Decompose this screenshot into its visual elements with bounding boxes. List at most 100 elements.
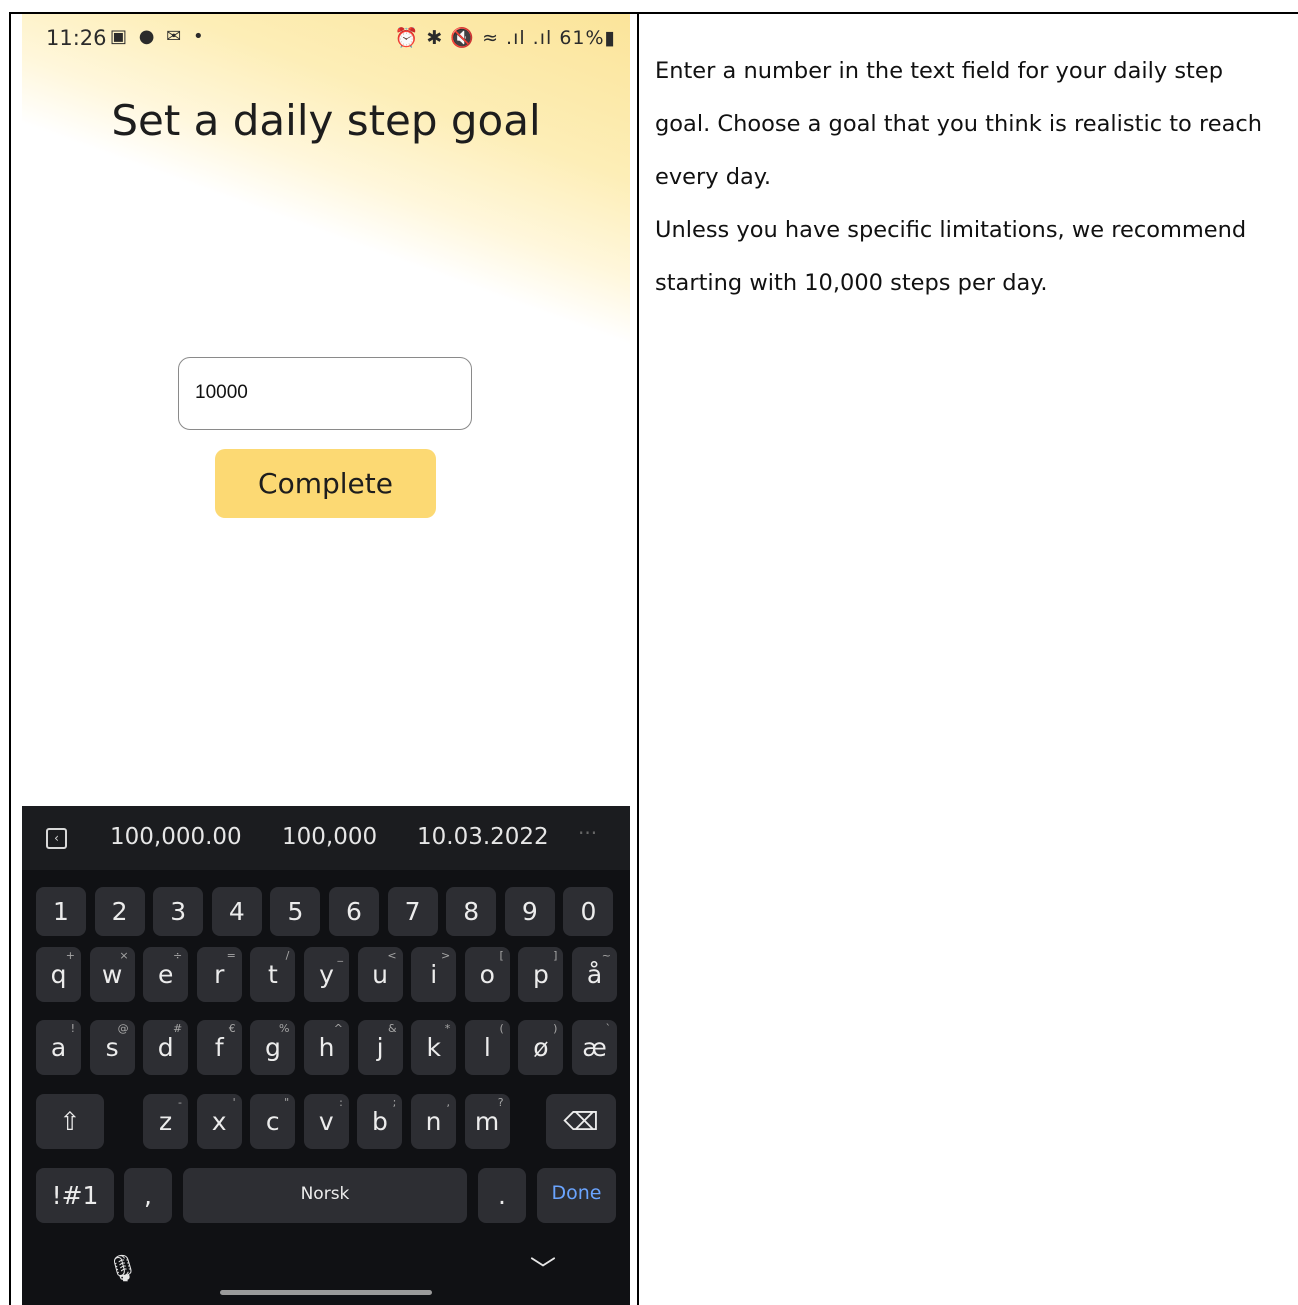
key-4[interactable]: 4 [211, 887, 262, 936]
done-key-label: Done [551, 1182, 602, 1204]
key-ø[interactable]: ø) [518, 1020, 564, 1075]
symbols-key[interactable]: !#1 [36, 1168, 114, 1223]
key-5[interactable]: 5 [270, 887, 321, 936]
key-j-secondary: & [388, 1022, 397, 1035]
key-0[interactable]: 0 [563, 887, 614, 936]
more-icon[interactable]: ··· [578, 821, 597, 845]
shift-key-label: ⇧ [59, 1107, 81, 1136]
key-i-secondary: > [440, 949, 451, 962]
key-c[interactable]: c " [250, 1094, 296, 1149]
key-f-secondary: € [228, 1022, 236, 1035]
key-8[interactable]: 8 [446, 887, 497, 936]
key-7[interactable]: 7 [387, 887, 438, 936]
comma-key[interactable]: , [124, 1168, 172, 1223]
key-f[interactable]: f € [196, 1020, 242, 1075]
step-goal-value: 10000 [195, 382, 248, 403]
suggestion-2[interactable]: 100,000 [282, 824, 377, 850]
key-1[interactable]: 1 [36, 887, 86, 936]
key-u-secondary: < [387, 949, 397, 962]
key-h[interactable]: h ^ [304, 1020, 349, 1075]
key-g-secondary: % [278, 1022, 290, 1035]
key-a-label: a [50, 1033, 67, 1062]
key-9[interactable]: 9 [504, 887, 555, 936]
period-key-label: . [498, 1181, 506, 1210]
key-æ-secondary: ` [605, 1022, 612, 1035]
instruction-paragraph-1: Enter a number in the text field for you… [655, 58, 1262, 190]
key-x[interactable]: x ' [196, 1094, 242, 1149]
key-k[interactable]: k * [411, 1020, 457, 1075]
key-b[interactable]: b; [357, 1094, 403, 1149]
suggestion-bar: ‹ 100,000.00 100,000 10.03.2022 ··· [22, 806, 630, 870]
key-g[interactable]: g% [250, 1020, 296, 1075]
key-b-label: b [371, 1107, 388, 1136]
key-n[interactable]: n, [411, 1094, 456, 1149]
key-l-label: l [483, 1033, 491, 1062]
key-å[interactable]: å ~ [572, 947, 617, 1002]
key-t-label: t [267, 960, 278, 989]
collapse-toolbar-icon[interactable]: ‹ [46, 828, 67, 849]
key-e[interactable]: e ÷ [143, 947, 189, 1002]
key-z[interactable]: z- [143, 1094, 188, 1149]
shift-key[interactable]: ⇧ [36, 1094, 104, 1149]
suggestion-1[interactable]: 100,000.00 [110, 824, 242, 850]
microphone-icon[interactable]: 🎙 [106, 1254, 139, 1284]
key-a-secondary: ! [70, 1022, 75, 1035]
key-3[interactable]: 3 [153, 887, 204, 936]
step-goal-input[interactable]: 10000 [178, 357, 472, 430]
key-q[interactable]: q + [36, 947, 81, 1002]
key-8-label: 8 [463, 897, 480, 926]
key-f-label: f [214, 1033, 224, 1062]
key-p[interactable]: p] [518, 947, 564, 1002]
key-m[interactable]: m? [464, 1094, 510, 1149]
key-t-secondary: / [285, 949, 290, 962]
key-e-secondary: ÷ [172, 949, 183, 962]
key-l[interactable]: l( [464, 1020, 510, 1075]
page-title: Set a daily step goal [111, 96, 541, 145]
key-e-label: e [157, 960, 174, 989]
key-g-label: g [264, 1033, 281, 1062]
complete-button[interactable]: Complete [215, 449, 436, 518]
key-w[interactable]: w × [89, 947, 135, 1002]
instruction-paragraph-2: Unless you have specific limitations, we… [655, 217, 1247, 296]
hide-keyboard-icon[interactable]: ﹀ [530, 1250, 556, 1287]
key-6[interactable]: 6 [329, 887, 379, 936]
key-æ[interactable]: æ ` [572, 1020, 617, 1075]
key-w-label: w [101, 960, 123, 989]
key-j-label: j [376, 1033, 384, 1062]
status-right-icons: ⏰ ✱ 🔇 ≈ .ıl .ıl 61%▮ [395, 26, 616, 49]
key-i[interactable]: i > [411, 947, 457, 1002]
key-o-label: o [479, 960, 495, 989]
key-u[interactable]: u < [357, 947, 403, 1002]
done-key[interactable]: Done [537, 1168, 616, 1223]
key-b-secondary: ; [392, 1096, 397, 1109]
key-æ-label: æ [582, 1033, 607, 1062]
key-s[interactable]: s @ [89, 1020, 135, 1075]
suggestion-3[interactable]: 10.03.2022 [417, 824, 549, 850]
key-t[interactable]: t / [250, 947, 296, 1002]
key-v[interactable]: v: [303, 1094, 349, 1149]
period-key[interactable]: . [478, 1168, 526, 1223]
key-2[interactable]: 2 [94, 887, 145, 936]
key-y[interactable]: y _ [304, 947, 349, 1002]
key-w-secondary: × [119, 949, 129, 962]
key-d[interactable]: d # [143, 1020, 189, 1075]
key-r[interactable]: r = [196, 947, 242, 1002]
key-a[interactable]: a! [36, 1020, 81, 1075]
key-o[interactable]: o[ [464, 947, 510, 1002]
key-z-secondary: - [178, 1096, 182, 1109]
key-å-label: å [586, 960, 603, 989]
backspace-key[interactable]: ⌫ [546, 1094, 616, 1149]
key-6-label: 6 [346, 897, 362, 926]
key-h-secondary: ^ [333, 1022, 343, 1035]
key-r-secondary: = [226, 949, 236, 962]
key-ø-label: ø [533, 1033, 549, 1062]
status-bar: 11:26 ▣ ● ✉ • ⏰ ✱ 🔇 ≈ .ıl .ıl 61%▮ [22, 14, 630, 62]
space-key[interactable]: Norsk [183, 1168, 467, 1223]
key-2-label: 2 [111, 897, 128, 926]
key-z-label: z [158, 1107, 173, 1136]
key-å-secondary: ~ [601, 949, 611, 962]
key-n-label: n [425, 1107, 442, 1136]
key-x-label: x [211, 1107, 227, 1136]
home-indicator [220, 1290, 432, 1295]
key-j[interactable]: j & [357, 1020, 403, 1075]
